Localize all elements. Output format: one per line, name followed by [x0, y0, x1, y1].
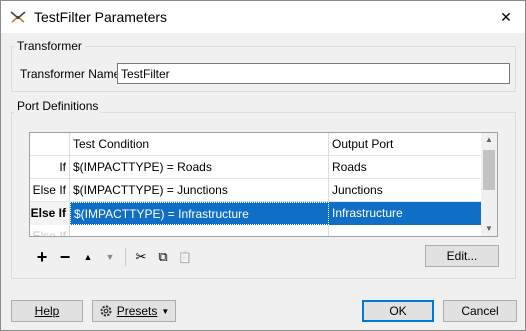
ok-button[interactable]: OK — [362, 300, 434, 322]
ok-button-label: OK — [389, 304, 407, 318]
table-row[interactable]: If $(IMPACTTYPE) = Roads Roads — [30, 156, 482, 179]
add-row-button[interactable]: + — [33, 246, 51, 267]
row-output-port[interactable]: Junctions — [329, 179, 482, 202]
cancel-button-label: Cancel — [461, 304, 499, 318]
column-header-test-condition[interactable]: Test Condition — [70, 133, 329, 156]
edit-button-label: Edit... — [446, 249, 478, 263]
move-up-button[interactable]: ▲ — [79, 248, 97, 266]
row-if-label: Else If — [30, 202, 70, 225]
title-bar[interactable]: TestFilter Parameters ✕ — [1, 1, 525, 33]
close-button[interactable]: ✕ — [487, 1, 525, 33]
table-header: Test Condition Output Port — [30, 133, 482, 156]
row-if-label: If — [30, 156, 70, 179]
close-icon: ✕ — [500, 8, 512, 25]
row-test-condition[interactable]: $(IMPACTTYPE) = Roads — [70, 156, 329, 179]
help-button-label: Help — [34, 304, 60, 318]
caret-down-icon: ▼ — [161, 306, 170, 316]
scroll-up-icon[interactable]: ▲ — [481, 133, 497, 147]
minus-icon: − — [59, 246, 71, 267]
port-definitions-table[interactable]: Test Condition Output Port If $(IMPACTTY… — [29, 132, 498, 237]
copy-button[interactable]: ⧉ — [154, 248, 172, 266]
filter-wrench-icon — [10, 11, 26, 23]
cut-button[interactable]: ✂ — [132, 248, 150, 266]
edit-button[interactable]: Edit... — [425, 245, 499, 267]
window-title: TestFilter Parameters — [34, 9, 168, 25]
table-vertical-scrollbar[interactable]: ▲ ▼ — [481, 133, 497, 236]
help-button[interactable]: Help — [11, 300, 83, 322]
clipboard-icon: 📋 — [178, 251, 192, 264]
presets-button-label: Presets — [116, 304, 158, 318]
row-if-label: Else If — [30, 179, 70, 202]
column-header-if — [30, 133, 70, 156]
row-test-condition[interactable]: $(IMPACTTYPE) = Infrastructure — [70, 202, 329, 225]
paste-button[interactable]: 📋 — [176, 248, 194, 266]
row-output-port[interactable]: Infrastructure — [329, 202, 482, 225]
row-output-port[interactable] — [329, 225, 482, 236]
remove-row-button[interactable]: − — [56, 246, 74, 267]
table-row[interactable]: Else If — [30, 225, 482, 236]
port-definitions-group-label: Port Definitions — [14, 99, 102, 113]
column-header-output-port[interactable]: Output Port — [329, 133, 482, 156]
table-row-selected[interactable]: Else If $(IMPACTTYPE) = Infrastructure I… — [30, 202, 482, 225]
transformer-name-input[interactable] — [117, 63, 510, 84]
plus-icon: + — [36, 246, 48, 267]
row-test-condition[interactable]: $(IMPACTTYPE) = Junctions — [70, 179, 329, 202]
triangle-down-icon: ▼ — [105, 252, 115, 262]
scrollbar-thumb[interactable] — [483, 150, 495, 190]
table-row[interactable]: Else If $(IMPACTTYPE) = Junctions Juncti… — [30, 179, 482, 202]
cancel-button[interactable]: Cancel — [443, 300, 517, 322]
row-if-label: Else If — [30, 225, 70, 236]
transformer-name-label: Transformer Name: — [20, 67, 124, 81]
move-down-button[interactable]: ▼ — [101, 248, 119, 266]
triangle-up-icon: ▲ — [83, 252, 93, 262]
toolbar-separator — [125, 248, 126, 266]
dialog-window: TestFilter Parameters ✕ Transformer Tran… — [0, 0, 526, 331]
scissors-icon: ✂ — [135, 249, 147, 264]
transformer-group-label: Transformer — [14, 39, 85, 53]
copy-icon: ⧉ — [158, 249, 168, 264]
row-test-condition[interactable] — [70, 225, 329, 236]
gear-icon — [100, 305, 112, 317]
scroll-down-icon[interactable]: ▼ — [481, 222, 497, 236]
presets-button[interactable]: Presets ▼ — [92, 300, 176, 322]
row-output-port[interactable]: Roads — [329, 156, 482, 179]
